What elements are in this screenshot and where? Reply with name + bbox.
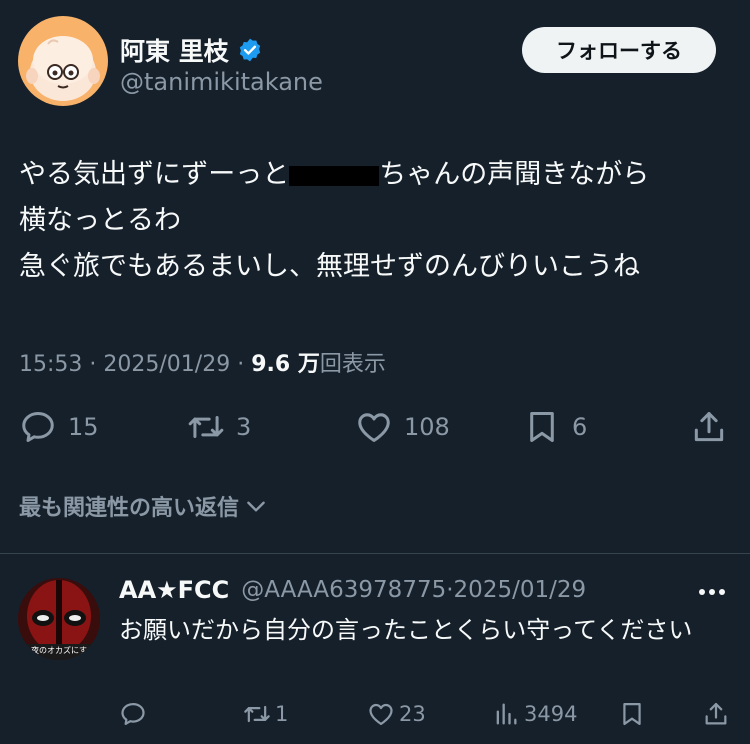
section-divider <box>0 553 750 554</box>
bookmark-action[interactable]: 6 <box>522 408 587 446</box>
reply-author-handle[interactable]: @AAAA63978775 <box>241 577 446 603</box>
redaction-bar <box>289 165 380 186</box>
meta-separator: · <box>446 577 454 603</box>
bookmark-icon <box>623 702 641 726</box>
retweet-icon <box>188 415 224 439</box>
meta-separator: · <box>237 352 252 377</box>
reply-reply-action[interactable] <box>119 700 147 728</box>
chevron-down-icon <box>247 501 265 512</box>
share-icon <box>694 412 724 442</box>
verified-badge-icon <box>237 37 263 63</box>
reply-action[interactable]: 15 <box>18 408 99 446</box>
avatar-caption: 今夜のオカズにする <box>22 646 96 655</box>
reply-retweet-count: 1 <box>275 702 289 726</box>
author-name[interactable]: 阿東 里枝 <box>120 32 229 68</box>
reply-author-name[interactable]: AA★FCC <box>119 576 229 604</box>
more-options-button[interactable] <box>695 580 729 608</box>
bookmark-count: 6 <box>572 413 588 441</box>
share-icon <box>705 702 727 725</box>
bald-cartoon-avatar-icon <box>18 16 108 106</box>
analytics-bars-icon <box>496 703 517 725</box>
tweet-line-2: 横なっとるわ <box>19 205 181 236</box>
tweet-line-1: やる気出ずにずーっと ちゃんの声聞きながら <box>19 152 649 198</box>
author-name-row: 阿東 里枝 <box>120 32 263 68</box>
tweet-date[interactable]: 2025/01/29 <box>103 352 230 377</box>
reply-bubble-icon <box>121 702 145 726</box>
more-dots-icon <box>699 589 725 595</box>
meta-separator: · <box>89 352 104 377</box>
replies-sort-label: 最も関連性の高い返信 <box>19 496 240 521</box>
tweet-meta: 15:53 · 2025/01/29 · 9.6 万回表示 <box>19 346 386 378</box>
author-avatar[interactable] <box>18 16 108 106</box>
replies-sort-dropdown[interactable]: 最も関連性の高い返信 <box>19 490 269 522</box>
tweet-line-1-end: ちゃんの声聞きながら <box>379 159 650 190</box>
heart-icon <box>358 413 390 442</box>
reply-header: AA★FCC @AAAA63978775 · 2025/01/29 <box>119 576 586 604</box>
tweet-line-3: 急ぐ旅でもあるまいし、無理せずのんびりいこうね <box>19 251 640 282</box>
author-handle[interactable]: @tanimikitakane <box>120 68 323 96</box>
reply-like-count: 23 <box>399 702 426 726</box>
like-action[interactable]: 108 <box>354 408 450 446</box>
follow-button[interactable]: フォローする <box>522 27 716 73</box>
retweet-icon <box>244 705 270 723</box>
reply-date[interactable]: 2025/01/29 <box>454 577 587 603</box>
reply-views-action[interactable]: 3494 <box>492 700 577 728</box>
views-count: 9.6 万 <box>251 352 320 377</box>
reply-bubble-icon <box>22 412 54 442</box>
tweet-time[interactable]: 15:53 <box>19 352 82 377</box>
reply-retweet-action[interactable]: 1 <box>243 700 288 728</box>
reply-text: お願いだから自分の言ったことくらい守ってください <box>119 616 693 644</box>
retweet-action[interactable]: 3 <box>186 408 251 446</box>
bookmark-icon <box>530 412 554 442</box>
tweet-text: やる気出ずにずーっと ちゃんの声聞きながら 横なっとるわ 急ぐ旅でもあるまいし、無… <box>19 152 649 290</box>
views-label: 回表示 <box>319 352 386 377</box>
reply-like-action[interactable]: 23 <box>367 700 426 728</box>
tweet-line-1-start: やる気出ずにずーっと <box>19 159 290 190</box>
reply-avatar[interactable]: 今夜のオカズにする <box>18 578 100 660</box>
heart-icon <box>369 703 393 726</box>
like-count: 108 <box>404 413 450 441</box>
reply-count: 15 <box>68 413 99 441</box>
reply-share-button[interactable] <box>702 700 730 728</box>
share-button[interactable] <box>689 408 729 446</box>
retweet-count: 3 <box>236 413 252 441</box>
reply-views-count: 3494 <box>524 702 578 726</box>
reply-bookmark-action[interactable] <box>618 700 646 728</box>
